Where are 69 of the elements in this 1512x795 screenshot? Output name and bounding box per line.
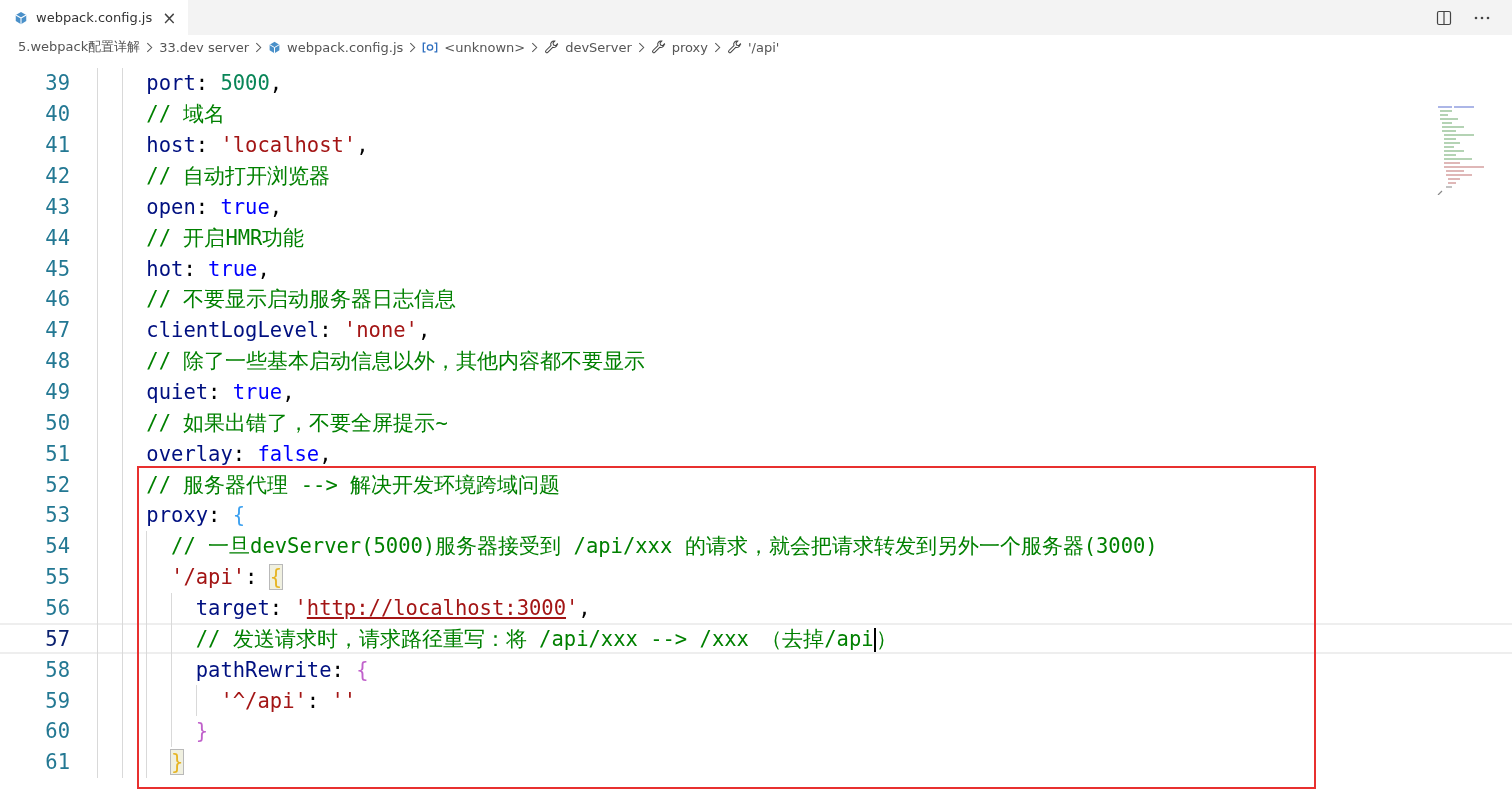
code-line: host: 'localhost', [145, 133, 369, 158]
code-line: // 一旦devServer(5000)服务器接受到 /api/xxx 的请求，就会把请求转发到另外一个服务器(3000) [170, 533, 1158, 561]
breadcrumb-item[interactable]: devServer [544, 39, 632, 55]
code-line: clientLogLevel: 'none', [145, 318, 431, 343]
code-line: // 服务器代理 --> 解决开发环境跨域问题 [145, 471, 561, 499]
breadcrumb-item[interactable]: proxy [650, 39, 708, 55]
line-number: 41 [44, 133, 70, 158]
breadcrumb-item[interactable]: 5.webpack配置详解 [18, 38, 141, 56]
code-line: '/api': { [170, 565, 283, 590]
line-number: 57 [44, 626, 70, 651]
wrench-icon [727, 39, 742, 55]
code-line: // 域名 [145, 101, 226, 129]
code-line: pathRewrite: { [194, 657, 369, 682]
line-number: 43 [44, 194, 70, 219]
code-line: // 自动打开浏览器 [145, 163, 331, 190]
more-actions-icon[interactable] [1474, 15, 1490, 20]
code-line: // 如果出错了，不要全屏提示~ [145, 409, 448, 437]
text-cursor [873, 627, 876, 652]
cube-icon [14, 10, 28, 25]
code-line: // 开启HMR功能 [145, 224, 305, 252]
line-number: 48 [44, 349, 70, 374]
line-number: 61 [44, 750, 70, 775]
chevron-icon [531, 41, 539, 53]
code-line: // 不要显示启动服务器日志信息 [145, 286, 457, 314]
code-line: } [194, 719, 209, 744]
chevron-icon [637, 41, 645, 53]
wrench-icon [650, 39, 666, 55]
code-line: overlay: false, [145, 441, 332, 466]
line-number: 46 [44, 287, 70, 312]
line-number: 50 [44, 410, 70, 435]
chevron-icon [409, 41, 417, 53]
line-number: 40 [44, 102, 70, 127]
line-number: 49 [44, 380, 70, 404]
line-number: 44 [44, 225, 70, 250]
line-number: 54 [44, 534, 70, 559]
breadcrumb-item[interactable]: 33.dev server [159, 39, 250, 55]
code-line: target: 'http://localhost:3000', [194, 596, 591, 621]
editor-tab[interactable]: webpack.config.js × [0, 0, 189, 35]
line-number: 42 [44, 164, 70, 188]
breadcrumb-item[interactable]: '/api' [727, 39, 780, 55]
cube-icon [268, 40, 282, 54]
line-number: 39 [44, 71, 70, 96]
split-editor-icon[interactable] [1436, 9, 1452, 26]
line-number: 52 [44, 472, 70, 497]
breadcrumb-item[interactable]: webpack.config.js [268, 39, 404, 55]
code-line: port: 5000, [145, 71, 283, 96]
code-line: '^/api': '' [219, 688, 357, 713]
code-line: // 除了一些基本启动信息以外，其他内容都不要显示 [145, 348, 646, 376]
line-number: 60 [44, 719, 70, 744]
code-line: quiet: true, [145, 380, 295, 404]
wrench-icon [544, 39, 560, 55]
line-number: 47 [44, 318, 70, 343]
line-number: 56 [44, 596, 70, 621]
line-number: 51 [44, 441, 70, 466]
code-line: hot: true, [145, 256, 270, 281]
line-number: 55 [44, 565, 70, 590]
code-line: // 发送请求时，请求路径重写：将 /api/xxx --> /xxx （去掉/api） [194, 625, 897, 653]
code-line: proxy: { [145, 503, 246, 528]
chevron-icon [146, 41, 154, 53]
close-button[interactable]: × [160, 7, 179, 28]
variable-icon [422, 40, 439, 54]
line-number: 59 [44, 688, 70, 713]
chevron-icon [255, 41, 263, 53]
chevron-icon [714, 41, 721, 53]
line-number: 58 [44, 657, 70, 682]
line-number: 53 [44, 503, 70, 528]
code-line: open: true, [145, 194, 283, 219]
line-number: 45 [44, 256, 70, 281]
breadcrumb-item[interactable]: <unknown> [422, 39, 526, 55]
